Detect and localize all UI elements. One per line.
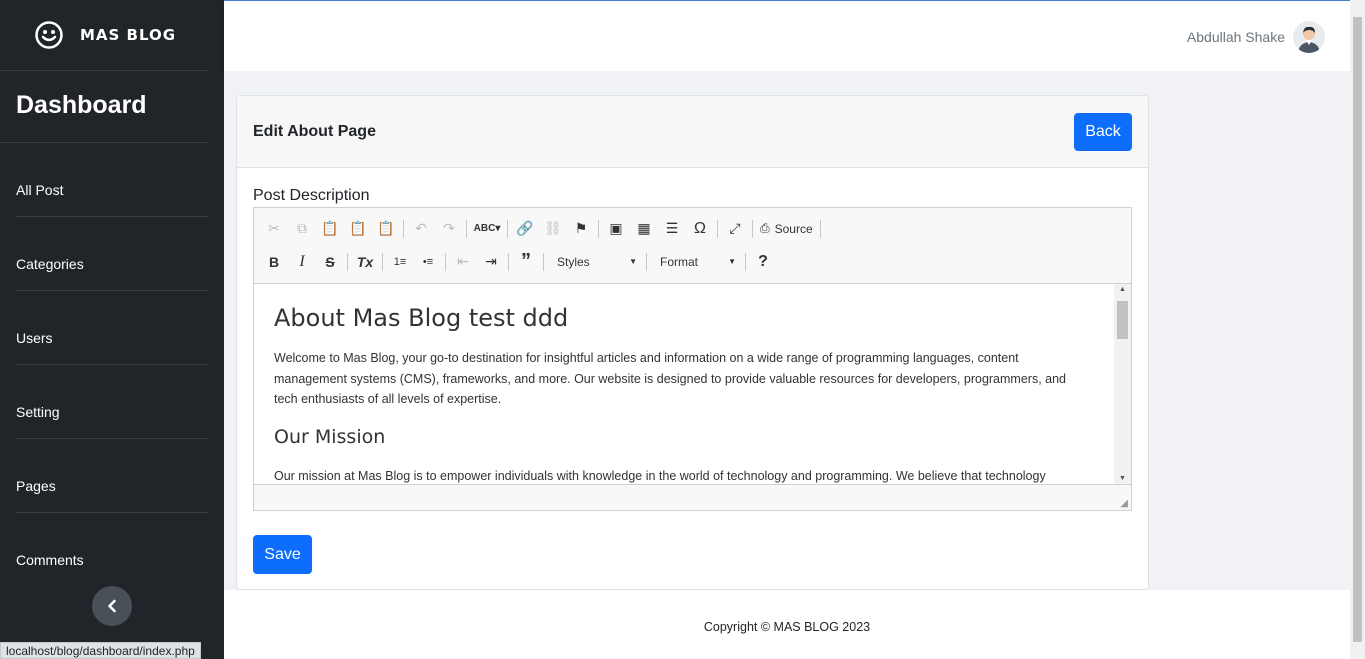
avatar[interactable] (1293, 21, 1325, 53)
editor-content-area[interactable]: About Mas Blog test ddd Welcome to Mas B… (254, 284, 1131, 484)
toolbar-separator (508, 252, 509, 271)
editor-toolbar: ✂ ⧉ 📋 📋 📋 ↶ ↷ ABC▾ 🔗 ⛓ ⚑ ▣ ▦ ☰ Ω ⤢ ⎙ Sou… (254, 208, 1131, 284)
page-scroll-thumb[interactable] (1353, 17, 1362, 642)
dashboard-title[interactable]: Dashboard (0, 71, 208, 143)
bulleted-list-icon[interactable]: •≡ (414, 249, 442, 275)
editor-scroll-thumb[interactable] (1117, 301, 1128, 339)
remove-format-icon[interactable]: Tx (351, 249, 379, 275)
format-label: Format (660, 254, 699, 269)
smiley-icon (35, 21, 63, 49)
image-icon[interactable]: ▣ (602, 216, 630, 242)
sidebar-item-categories[interactable]: Categories (16, 217, 208, 291)
horizontal-line-icon[interactable]: ☰ (658, 216, 686, 242)
scroll-up-icon[interactable]: ▲ (1119, 286, 1126, 293)
resize-handle-icon[interactable]: ◢ (1120, 498, 1128, 509)
rich-text-editor: ✂ ⧉ 📋 📋 📋 ↶ ↷ ABC▾ 🔗 ⛓ ⚑ ▣ ▦ ☰ Ω ⤢ ⎙ Sou… (253, 207, 1132, 511)
indent-icon[interactable]: ⇥ (477, 249, 505, 275)
format-dropdown[interactable]: Format ▼ (650, 250, 742, 274)
sidebar-item-setting[interactable]: Setting (16, 365, 208, 439)
styles-dropdown[interactable]: Styles ▼ (547, 250, 643, 274)
topbar: Abdullah Shake (224, 0, 1350, 71)
page-title: Edit About Page (253, 122, 376, 140)
toolbar-separator (466, 219, 467, 238)
sidebar: MAS BLOG Dashboard All Post Categories U… (0, 0, 224, 659)
sidebar-item-comments[interactable]: Comments (16, 513, 208, 587)
toolbar-separator (382, 252, 383, 271)
sidebar-item-users[interactable]: Users (16, 291, 208, 365)
source-icon: ⎙ (760, 221, 770, 235)
user-name: Abdullah Shake (1186, 29, 1285, 45)
chevron-left-icon (108, 599, 116, 613)
paste-word-icon[interactable]: 📋 (372, 216, 400, 242)
editor-status-bar: ◢ (254, 484, 1131, 510)
content-subheading: Our Mission (274, 425, 386, 448)
copy-icon[interactable]: ⧉ (288, 216, 316, 242)
maximize-icon[interactable]: ⤢ (721, 216, 749, 242)
blockquote-icon[interactable]: ” (512, 249, 540, 275)
toolbar-separator (646, 252, 647, 271)
sidebar-item-all-post[interactable]: All Post (16, 143, 208, 217)
italic-icon[interactable]: I (288, 249, 316, 275)
content-paragraph-2: Our mission at Mas Blog is to empower in… (274, 468, 1046, 483)
undo-icon[interactable]: ↶ (407, 216, 435, 242)
copyright-footer: Copyright © MAS BLOG 2023 (703, 620, 871, 634)
strikethrough-icon[interactable]: S (316, 249, 344, 275)
post-description-label: Post Description (253, 187, 370, 204)
special-char-icon[interactable]: Ω (686, 216, 714, 242)
back-button[interactable]: Back (1074, 112, 1132, 151)
outdent-icon[interactable]: ⇤ (449, 249, 477, 275)
toolbar-row-2: B I S Tx 1≡ •≡ ⇤ ⇥ ” Styles ▼ Format ▼ ? (260, 245, 1125, 278)
sidebar-collapse-button[interactable] (92, 586, 132, 626)
toolbar-separator (403, 219, 404, 238)
save-button[interactable]: Save (253, 535, 312, 574)
toolbar-row-1: ✂ ⧉ 📋 📋 📋 ↶ ↷ ABC▾ 🔗 ⛓ ⚑ ▣ ▦ ☰ Ω ⤢ ⎙ Sou… (260, 212, 1125, 245)
toolbar-separator (347, 252, 348, 271)
brand[interactable]: MAS BLOG (0, 0, 208, 71)
numbered-list-icon[interactable]: 1≡ (386, 249, 414, 275)
content-heading: About Mas Blog test ddd (274, 304, 569, 332)
cut-icon[interactable]: ✂ (260, 216, 288, 242)
editor-scrollbar[interactable]: ▲ ▼ (1114, 284, 1131, 484)
editor-text: About Mas Blog test ddd Welcome to Mas B… (254, 284, 1131, 484)
scroll-down-icon[interactable]: ▼ (1119, 475, 1126, 482)
content-paragraph: Welcome to Mas Blog, your go-to destinat… (274, 351, 1067, 406)
styles-label: Styles (557, 254, 590, 269)
source-button[interactable]: ⎙ Source (756, 221, 817, 236)
paste-icon[interactable]: 📋 (316, 216, 344, 242)
toolbar-separator (445, 252, 446, 271)
brand-name: MAS BLOG (80, 26, 177, 44)
paste-text-icon[interactable]: 📋 (344, 216, 372, 242)
link-icon[interactable]: 🔗 (511, 216, 539, 242)
spellcheck-icon[interactable]: ABC▾ (470, 216, 504, 242)
status-bar-url: localhost/blog/dashboard/index.php (0, 642, 201, 659)
toolbar-separator (507, 219, 508, 238)
source-label: Source (774, 221, 813, 236)
toolbar-separator (543, 252, 544, 271)
table-icon[interactable]: ▦ (630, 216, 658, 242)
chevron-down-icon: ▼ (629, 257, 637, 266)
anchor-flag-icon[interactable]: ⚑ (567, 216, 595, 242)
unlink-icon[interactable]: ⛓ (539, 216, 567, 242)
card-header: Edit About Page Back (237, 96, 1148, 168)
chevron-down-icon: ▼ (728, 257, 736, 266)
toolbar-separator (598, 219, 599, 238)
redo-icon[interactable]: ↷ (435, 216, 463, 242)
toolbar-separator (819, 219, 821, 238)
sidebar-item-pages[interactable]: Pages (16, 439, 208, 513)
toolbar-separator (745, 252, 746, 271)
edit-about-card: Edit About Page Back Post Description ✂ … (236, 95, 1149, 590)
user-menu[interactable]: Abdullah Shake (1187, 21, 1325, 53)
page-scrollbar[interactable] (1350, 0, 1365, 659)
help-icon[interactable]: ? (749, 249, 777, 275)
toolbar-separator (717, 219, 718, 238)
bold-icon[interactable]: B (260, 249, 288, 275)
toolbar-separator (752, 219, 753, 238)
